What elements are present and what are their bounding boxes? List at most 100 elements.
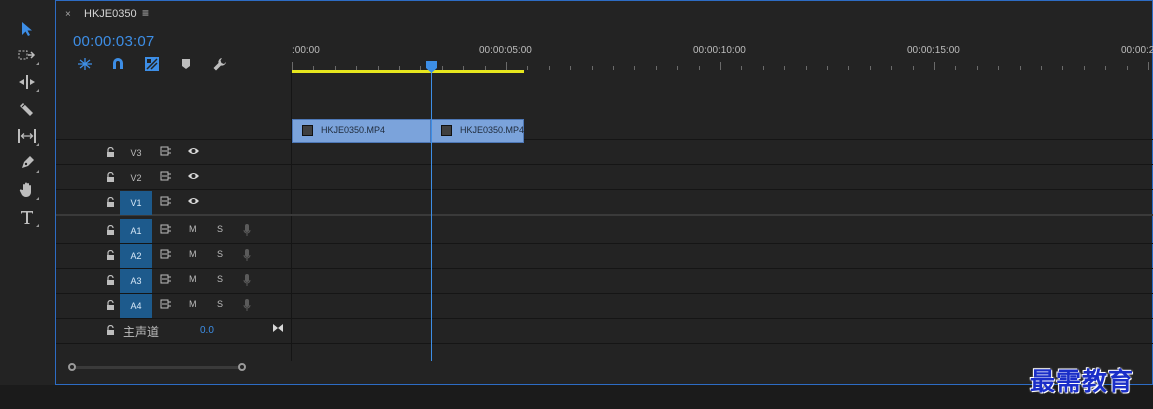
watermark-text: 最需教育 [1030,367,1135,396]
mute-button[interactable]: M [189,249,197,259]
track-select-forward-tool-icon[interactable] [14,44,40,66]
sequence-name[interactable]: HKJE0350 [84,8,137,20]
hand-tool-icon[interactable] [14,179,40,201]
mute-button[interactable]: M [189,299,197,309]
clip-name: HKJE0350.MP4 [321,125,386,135]
work-area-bar[interactable] [292,70,524,73]
lock-icon[interactable] [106,275,115,286]
timeline-settings-wrench-icon[interactable] [211,56,229,72]
track-header-a1[interactable]: A1 M S [56,219,292,243]
track-name[interactable]: V1 [120,191,152,215]
snap-icon[interactable] [109,56,127,72]
playhead-line[interactable] [431,61,432,361]
ruler-tick [698,66,700,70]
ruler-tick [548,66,550,70]
selection-tool-icon[interactable] [14,18,40,40]
master-volume-value[interactable]: 0.0 [200,325,214,336]
toggle-sync-lock-icon[interactable] [160,224,172,234]
lock-icon[interactable] [106,300,115,311]
track-name[interactable]: V2 [120,166,152,190]
ruler-label: 00:00:20 [1121,45,1153,56]
ruler-label: 00:00:05:00 [479,45,532,56]
track-header-master[interactable]: 主声道 0.0 [56,319,292,343]
nest-toggle-icon[interactable] [76,56,94,72]
toggle-sync-lock-icon[interactable] [160,146,172,156]
ruler-tick [762,66,764,70]
ruler-tick [1105,66,1107,70]
ruler-tick [677,66,679,70]
ruler-tick [1062,66,1064,70]
video-clip[interactable]: HKJE0350.MP4 [431,119,524,143]
ruler-label: 00:00:15:00 [907,45,960,56]
track-header-v2[interactable]: V2 [56,166,292,190]
track-header-v1[interactable]: V1 [56,191,292,215]
microphone-icon[interactable] [243,273,251,287]
tab-close-button[interactable]: × [65,9,71,20]
pen-tool-icon[interactable] [14,152,40,174]
video-clip[interactable]: HKJE0350.MP4 [292,119,431,143]
scrollbar-end-handle[interactable] [238,363,246,371]
panel-menu-button[interactable]: ≡ [142,6,149,20]
lock-icon[interactable] [106,197,115,208]
track-header-v3[interactable]: V3 [56,141,292,165]
solo-button[interactable]: S [217,299,223,309]
track-header-a2[interactable]: A2 M S [56,244,292,268]
track-name[interactable]: A1 [120,219,152,243]
lock-icon[interactable] [106,225,115,236]
toggle-sync-lock-icon[interactable] [160,196,172,206]
toggle-sync-lock-icon[interactable] [160,299,172,309]
lock-icon[interactable] [106,325,115,336]
eye-icon[interactable] [187,196,200,206]
scrollbar-start-handle[interactable] [68,363,76,371]
track-header-a4[interactable]: A4 M S [56,294,292,318]
track-header-a3[interactable]: A3 M S [56,269,292,293]
row-divider [56,343,1153,344]
playhead-timecode[interactable]: 00:00:03:07 [73,33,154,50]
clip-name: HKJE0350.MP4 [460,125,525,135]
type-tool-icon[interactable] [14,206,40,228]
timeline-panel: × HKJE0350 ≡ 00:00:03:07 :00:00 00:00:05… [55,0,1153,385]
ruler-tick [527,66,529,70]
lock-icon[interactable] [106,250,115,261]
timeline-tab[interactable]: × HKJE0350 ≡ [56,1,1152,27]
toggle-sync-lock-icon[interactable] [160,249,172,259]
ruler-tick [784,66,786,70]
ruler-tick [891,66,893,70]
razor-tool-icon[interactable] [14,98,40,120]
track-name[interactable]: A4 [120,294,152,318]
toggle-sync-lock-icon[interactable] [160,274,172,284]
eye-icon[interactable] [187,146,200,156]
ruler-tick [292,62,293,70]
eye-icon[interactable] [187,171,200,181]
lock-icon[interactable] [106,172,115,183]
microphone-icon[interactable] [243,298,251,312]
ruler-tick [934,62,935,70]
solo-button[interactable]: S [217,249,223,259]
clip-fx-icon [441,125,452,136]
ruler-tick [1126,66,1128,70]
track-name[interactable]: V3 [120,141,152,165]
lock-icon[interactable] [106,147,115,158]
ripple-edit-tool-icon[interactable] [14,71,40,93]
zoom-scrollbar[interactable] [68,363,248,371]
track-name[interactable]: A2 [120,244,152,268]
microphone-icon[interactable] [243,248,251,262]
ruler-tick [1083,66,1085,70]
toggle-sync-lock-icon[interactable] [160,171,172,181]
microphone-icon[interactable] [243,223,251,237]
solo-button[interactable]: S [217,274,223,284]
slip-tool-icon[interactable] [14,125,40,147]
ruler-tick [720,62,721,70]
row-divider [56,139,1153,140]
time-ruler[interactable]: :00:00 00:00:05:00 00:00:10:00 00:00:15:… [292,39,1153,73]
add-marker-icon[interactable] [177,56,195,72]
linked-selection-icon[interactable] [143,56,161,72]
mute-button[interactable]: M [189,274,197,284]
mute-button[interactable]: M [189,224,197,234]
master-track-label: 主声道 [123,325,160,339]
track-name[interactable]: A3 [120,269,152,293]
solo-button[interactable]: S [217,224,223,234]
playhead-handle-icon[interactable] [426,61,437,73]
scrollbar-track[interactable] [74,366,242,369]
go-to-in-out-icon[interactable] [272,323,284,333]
